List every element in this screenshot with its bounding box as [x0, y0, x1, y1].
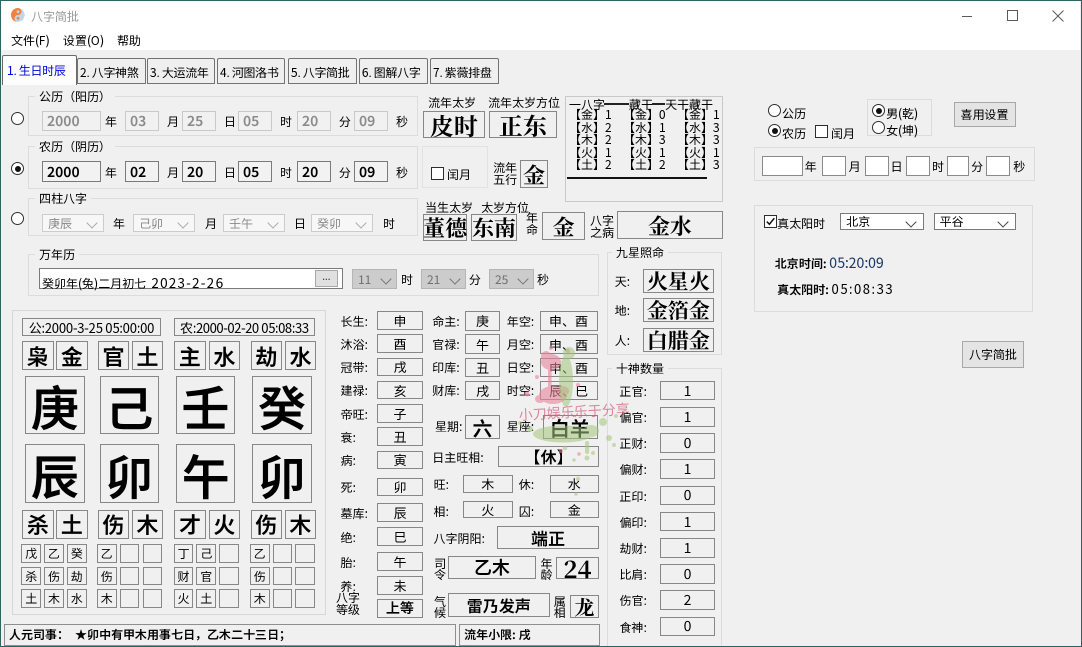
svg-text:乐于分享: 乐于分享	[572, 399, 630, 422]
svg-text:小刀娱乐: 小刀娱乐	[518, 402, 575, 425]
